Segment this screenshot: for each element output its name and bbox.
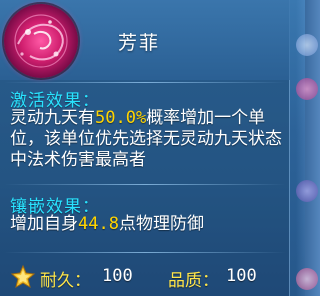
item-stats-footer: 耐久： 100 品质： 100	[10, 262, 290, 292]
item-tooltip-panel: 芳菲 激活效果： 灵动九天有50.0%概率增加一个单位，该单位优先选择无灵动九天…	[0, 0, 290, 296]
inlay-effect-text: 增加自身44.8点物理防御	[10, 214, 286, 235]
quality-label: 品质：	[168, 271, 219, 291]
side-gem-icon	[296, 78, 318, 100]
activation-text-before: 灵动九天有	[10, 108, 95, 128]
quality-value: 100	[226, 266, 257, 286]
durability-label: 耐久：	[40, 271, 91, 291]
side-gem-icon	[296, 268, 318, 290]
durability-value: 100	[102, 266, 133, 286]
divider	[4, 184, 286, 185]
background-side-strip	[296, 0, 320, 296]
divider	[4, 252, 286, 253]
activation-chance: 50.0%	[95, 108, 147, 128]
side-gem-icon	[296, 180, 318, 202]
side-gem-icon	[296, 34, 318, 56]
golden-crest-icon	[10, 264, 36, 289]
red-spirit-orb-icon	[4, 4, 78, 78]
item-name: 芳菲	[118, 32, 161, 54]
divider	[4, 82, 286, 83]
inlay-value: 44.8	[78, 214, 119, 234]
activation-effect-text: 灵动九天有50.0%概率增加一个单位，该单位优先选择无灵动九天状态中法术伤害最高…	[10, 108, 286, 171]
inlay-text-after: 点物理防御	[118, 214, 204, 234]
inlay-text-before: 增加自身	[10, 214, 78, 234]
